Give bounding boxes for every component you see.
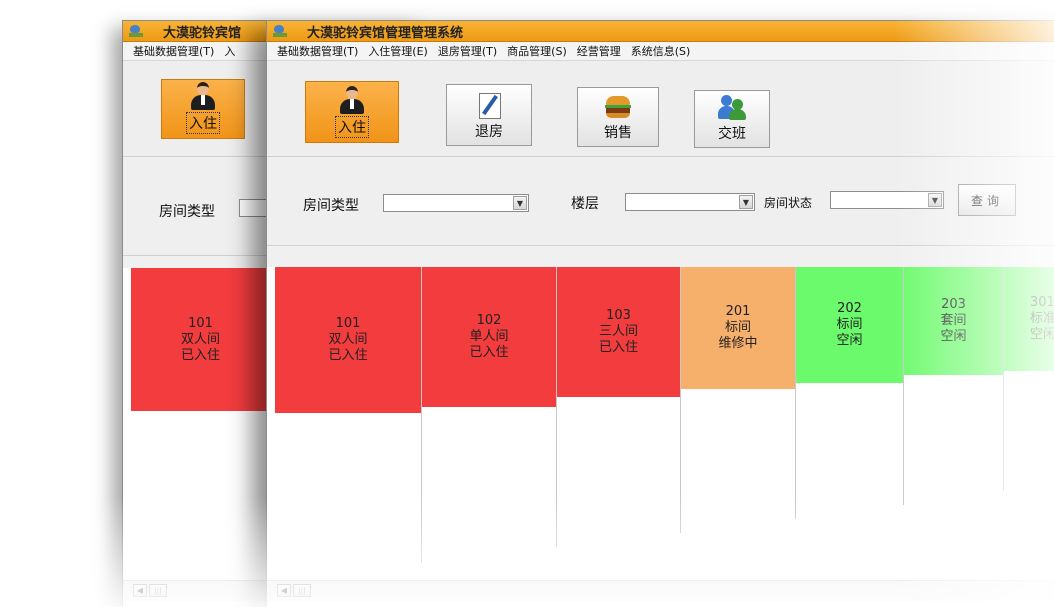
back-room-type-label: 房间类型 [159,204,215,220]
room-number: 202 [837,301,862,316]
sales-button[interactable]: 销售 [577,87,659,147]
menu-system-info[interactable]: 系统信息(S) [631,43,691,59]
room-status: 已入住 [598,340,638,355]
room-card-103[interactable]: 103 三人间 已入住 [557,267,681,397]
scroll-thumb[interactable]: ||| [293,584,311,597]
back-menu-checkin-partial[interactable]: 入 [224,43,235,59]
horizontal-scrollbar[interactable]: ◀ ||| [267,580,1054,601]
chevron-down-icon[interactable]: ▼ [513,196,527,210]
room-status-label: 房间状态 [764,196,813,210]
room-type: 标准间 [1030,311,1054,326]
menu-checkin[interactable]: 入住管理(E) [368,43,428,59]
floor-combo[interactable]: ▼ [625,193,755,211]
menu-bar: 基础数据管理(T) 入住管理(E) 退房管理(T) 商品管理(S) 经营管理 系… [267,42,1054,61]
room-type: 标间 [836,317,863,332]
checkout-label: 退房 [475,124,503,140]
empty-cell [557,397,681,533]
scroll-left-icon[interactable]: ◀ [133,584,147,597]
room-number: 201 [725,304,751,319]
empty-cell [275,413,422,563]
checkout-button[interactable]: 退房 [446,84,532,146]
room-number: 101 [188,315,213,331]
back-room-card-101[interactable]: 101 双人间 已入住 [131,268,271,411]
room-status: 空闲 [1030,327,1054,342]
empty-cell [681,389,796,519]
room-number: 301 [1030,295,1054,310]
person-icon [188,82,218,110]
room-type-combo[interactable]: ▼ [383,194,529,212]
room-card-101[interactable]: 101 双人间 已入住 [275,267,422,413]
chevron-down-icon[interactable]: ▼ [928,193,942,207]
room-type: 双人间 [180,331,220,347]
menu-operations[interactable]: 经营管理 [577,43,621,59]
room-number: 102 [476,313,502,328]
scroll-thumb[interactable]: ||| [149,584,167,597]
screenshot-stage: 大漠驼铃宾馆 基础数据管理(T) 入 入住 房间类型 101 双人间 已入住 ◀… [0,0,1054,607]
back-checkin-label: 入住 [186,112,220,134]
shift-button[interactable]: 交班 [694,90,770,148]
burger-icon [603,92,633,120]
users-icon [717,93,747,121]
menu-basic-data[interactable]: 基础数据管理(T) [277,43,358,59]
room-grid: 101 双人间 已入住 102 单人间 已入住 103 三人间 已入住 201 … [267,267,1054,607]
room-number: 103 [606,308,631,323]
checkin-button[interactable]: 入住 [305,81,399,143]
notepad-pen-icon [474,91,504,119]
room-card-202[interactable]: 202 标间 空闲 [796,267,904,383]
room-status: 维修中 [718,336,758,351]
menu-goods[interactable]: 商品管理(S) [507,43,567,59]
empty-cell [796,383,904,505]
room-status: 空闲 [940,329,967,344]
person-icon [337,86,367,114]
back-empty-cell [131,411,271,561]
room-card-102[interactable]: 102 单人间 已入住 [422,267,557,407]
empty-cell [422,407,557,547]
menu-checkout[interactable]: 退房管理(T) [438,43,497,59]
room-type: 单人间 [469,329,509,344]
room-card-203[interactable]: 203 套间 空闲 [904,267,1004,375]
room-status-combo[interactable]: ▼ [830,191,944,209]
scroll-left-icon[interactable]: ◀ [277,584,291,597]
back-checkin-button[interactable]: 入住 [161,79,245,139]
room-status: 已入住 [328,348,368,363]
main-window: 大漠驼铃宾馆管理管理系统 基础数据管理(T) 入住管理(E) 退房管理(T) 商… [266,20,1054,607]
toolbar: 入住 退房 销售 交班 [267,61,1054,157]
room-status: 已入住 [469,345,509,360]
shift-label: 交班 [718,126,746,142]
app-icon [273,25,287,37]
filter-bar: 房间类型 ▼ 楼层 ▼ 房间状态 ▼ 查询 [267,157,1054,246]
window-title: 大漠驼铃宾馆管理管理系统 [307,25,464,41]
room-type-label: 房间类型 [303,198,359,214]
floor-label: 楼层 [571,196,599,212]
back-menu-basic-data[interactable]: 基础数据管理(T) [133,43,214,59]
checkin-label: 入住 [335,116,369,138]
room-type: 套间 [940,313,967,328]
back-window-title: 大漠驼铃宾馆 [163,25,242,41]
room-type: 三人间 [598,324,638,339]
room-card-301[interactable]: 301 标准间 空闲 [1004,267,1054,371]
title-bar: 大漠驼铃宾馆管理管理系统 [267,21,1054,42]
room-card-201[interactable]: 201 标间 维修中 [681,267,796,389]
room-number: 203 [941,297,966,312]
query-button[interactable]: 查询 [958,184,1016,216]
room-status: 空闲 [836,333,863,348]
room-status: 已入住 [180,347,220,363]
chevron-down-icon[interactable]: ▼ [739,195,753,209]
sales-label: 销售 [604,125,632,141]
room-type: 双人间 [328,332,368,347]
room-number: 101 [335,316,361,331]
app-icon [129,25,143,37]
room-type: 标间 [724,320,751,335]
empty-cell [904,375,1004,491]
